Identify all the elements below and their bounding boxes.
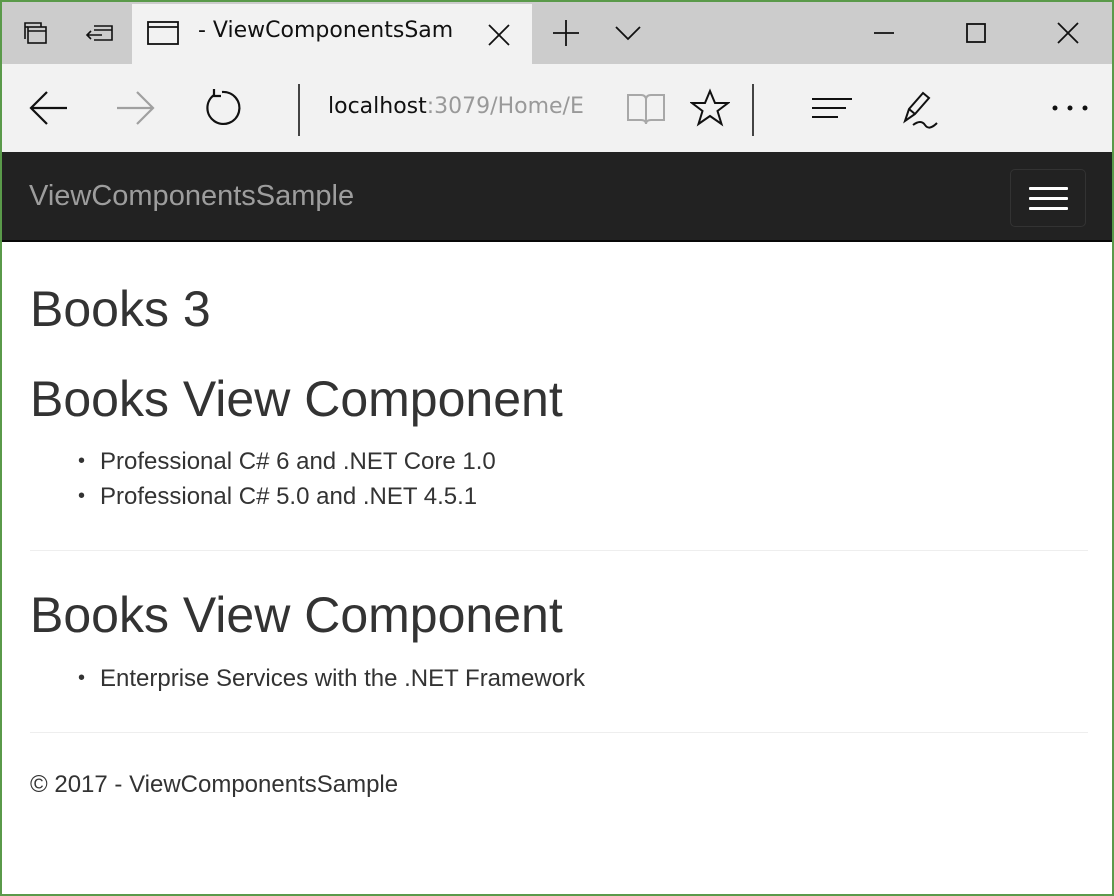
address-bar: localhost:3079/Home/E bbox=[2, 64, 1112, 152]
tab-active[interactable]: - ViewComponentsSam bbox=[132, 4, 532, 64]
book-list: Enterprise Services with the .NET Framew… bbox=[78, 661, 585, 696]
navbar-brand[interactable]: ViewComponentsSample bbox=[29, 180, 354, 213]
hamburger-bar bbox=[1028, 186, 1068, 190]
separator bbox=[752, 84, 754, 136]
book-list: Professional C# 6 and .NET Core 1.0 Prof… bbox=[78, 444, 496, 514]
star-icon[interactable] bbox=[686, 86, 734, 130]
site-navbar: ViewComponentsSample bbox=[2, 152, 1112, 242]
book-icon[interactable] bbox=[622, 86, 670, 130]
hamburger-bar bbox=[1028, 206, 1068, 210]
url-host: localhost bbox=[328, 94, 427, 119]
page-title: Books 3 bbox=[30, 281, 211, 337]
tab-title: - ViewComponentsSam bbox=[198, 18, 454, 43]
hamburger-menu-button[interactable] bbox=[1010, 169, 1086, 227]
browser-window: - ViewComponentsSam localhost:3079/Home/… bbox=[0, 0, 1114, 896]
book-item: Professional C# 6 and .NET Core 1.0 bbox=[78, 444, 496, 479]
book-item: Professional C# 5.0 and .NET 4.5.1 bbox=[78, 479, 496, 514]
footer-copyright: © 2017 - ViewComponentsSample bbox=[30, 771, 399, 798]
hub-icon[interactable] bbox=[808, 86, 856, 130]
tab-preview-icon[interactable] bbox=[16, 2, 56, 64]
pen-icon[interactable] bbox=[896, 86, 944, 130]
section-heading: Books View Component bbox=[30, 371, 563, 427]
url-path: :3079/Home/E bbox=[426, 94, 584, 119]
set-aside-tabs-icon[interactable] bbox=[80, 2, 120, 64]
separator bbox=[298, 84, 300, 136]
hamburger-bar bbox=[1028, 196, 1068, 200]
url-field[interactable]: localhost:3079/Home/E bbox=[328, 94, 590, 119]
tab-bar: - ViewComponentsSam bbox=[2, 2, 1112, 64]
close-icon[interactable] bbox=[486, 22, 512, 53]
back-arrow-icon[interactable] bbox=[24, 86, 72, 130]
maximize-icon[interactable] bbox=[954, 2, 998, 64]
page-icon bbox=[146, 18, 180, 53]
book-item: Enterprise Services with the .NET Framew… bbox=[78, 661, 585, 696]
forward-arrow-icon[interactable] bbox=[112, 86, 160, 130]
divider bbox=[30, 550, 1088, 551]
chevron-down-icon[interactable] bbox=[608, 2, 648, 64]
refresh-icon[interactable] bbox=[198, 86, 246, 130]
divider bbox=[30, 732, 1088, 733]
minimize-icon[interactable] bbox=[862, 2, 906, 64]
close-window-icon[interactable] bbox=[1046, 2, 1090, 64]
more-icon[interactable] bbox=[1046, 86, 1094, 130]
plus-icon[interactable] bbox=[546, 2, 586, 64]
section-heading: Books View Component bbox=[30, 587, 563, 643]
